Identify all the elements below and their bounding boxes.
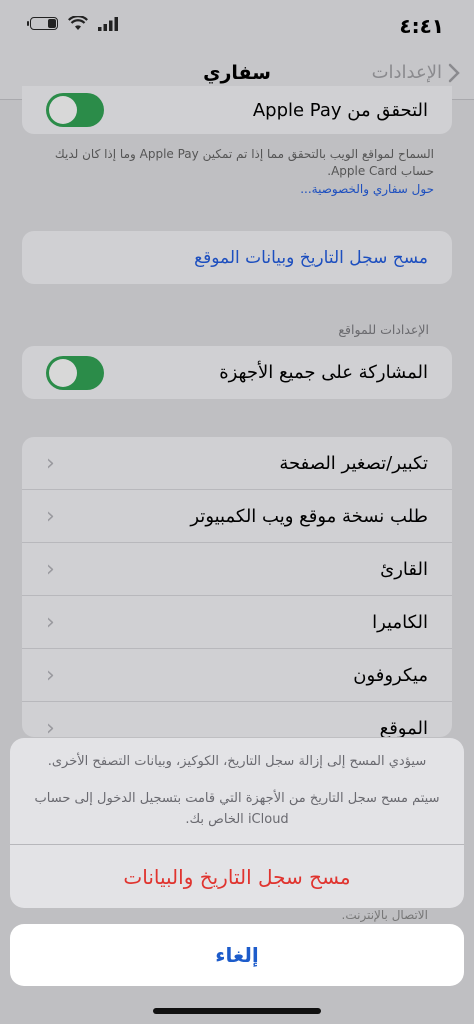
about-safari-privacy-link[interactable]: حول سفاري والخصوصية... [40, 181, 434, 198]
status-icons [27, 16, 118, 31]
apple-pay-footer: السماح لمواقع الويب بالتحقق مما إذا تم ت… [40, 146, 434, 198]
clear-history-data-button[interactable]: مسح سجل التاريخ والبيانات [10, 844, 464, 908]
toggle-knob [49, 358, 77, 387]
action-sheet-message-1: سيؤدي المسح إلى إزالة سجل التاريخ، الكوك… [47, 754, 427, 769]
chevron-left-icon: ‹ [46, 503, 55, 529]
clear-history-group: مسح سجل التاريخ وبيانات الموقع [22, 231, 452, 284]
cancel-button[interactable]: إلغاء [10, 924, 464, 986]
apple-pay-row[interactable]: التحقق من Apple Pay [22, 86, 452, 134]
site-settings-header: الإعدادات للمواقع [338, 322, 429, 337]
background-footer-text: الاتصال بالإنترنت. [341, 908, 428, 922]
battery-icon [27, 17, 58, 30]
list-item[interactable]: الكاميرا ‹ [22, 596, 452, 649]
clear-history-link[interactable]: مسح سجل التاريخ وبيانات الموقع [194, 248, 428, 268]
status-bar: ٤:٤١ [0, 0, 474, 50]
list-item-label: القارئ [380, 558, 428, 580]
apple-pay-label: التحقق من Apple Pay [252, 99, 428, 121]
share-devices-toggle[interactable] [46, 355, 104, 390]
home-indicator [153, 1008, 321, 1014]
list-item[interactable]: طلب نسخة موقع ويب الكمبيوتر ‹ [22, 490, 452, 543]
clear-history-row[interactable]: مسح سجل التاريخ وبيانات الموقع [22, 231, 452, 284]
list-item[interactable]: تكبير/تصغير الصفحة ‹ [22, 437, 452, 490]
chevron-right-icon [448, 63, 460, 82]
list-item[interactable]: القارئ ‹ [22, 543, 452, 596]
chevron-left-icon: ‹ [46, 556, 55, 582]
action-sheet-message-2: سيتم مسح سجل التاريخ من الأجهزة التي قام… [34, 790, 440, 827]
share-devices-group: المشاركة على جميع الأجهزة [22, 346, 452, 399]
share-devices-label: المشاركة على جميع الأجهزة [219, 362, 428, 383]
list-item-label: تكبير/تصغير الصفحة [279, 452, 428, 474]
battery-level [47, 19, 56, 28]
list-item-label: الموقع [379, 718, 428, 737]
chevron-left-icon: ‹ [46, 716, 55, 737]
back-button-label: الإعدادات [371, 62, 442, 83]
list-item-label: طلب نسخة موقع ويب الكمبيوتر [190, 505, 428, 527]
wifi-icon [68, 16, 88, 30]
action-sheet-message: سيؤدي المسح إلى إزالة سجل التاريخ، الكوك… [10, 738, 464, 844]
list-item-label: الكاميرا [372, 611, 428, 633]
apple-pay-group: التحقق من Apple Pay [22, 86, 452, 134]
site-settings-list: تكبير/تصغير الصفحة ‹ طلب نسخة موقع ويب ا… [22, 437, 452, 737]
list-item-label: ميكروفون [353, 664, 428, 686]
action-sheet: سيؤدي المسح إلى إزالة سجل التاريخ، الكوك… [10, 738, 464, 909]
status-time: ٤:٤١ [399, 14, 444, 38]
apple-pay-toggle[interactable] [46, 93, 104, 127]
list-item[interactable]: الموقع ‹ [22, 702, 452, 737]
back-button[interactable]: الإعدادات [372, 62, 460, 83]
toggle-knob [49, 96, 77, 124]
share-devices-row[interactable]: المشاركة على جميع الأجهزة [22, 346, 452, 399]
cellular-signal-icon [98, 16, 118, 31]
chevron-left-icon: ‹ [46, 450, 55, 476]
chevron-left-icon: ‹ [46, 662, 55, 688]
chevron-left-icon: ‹ [46, 609, 55, 635]
list-item[interactable]: ميكروفون ‹ [22, 649, 452, 702]
apple-pay-footer-text: السماح لمواقع الويب بالتحقق مما إذا تم ت… [54, 147, 434, 179]
